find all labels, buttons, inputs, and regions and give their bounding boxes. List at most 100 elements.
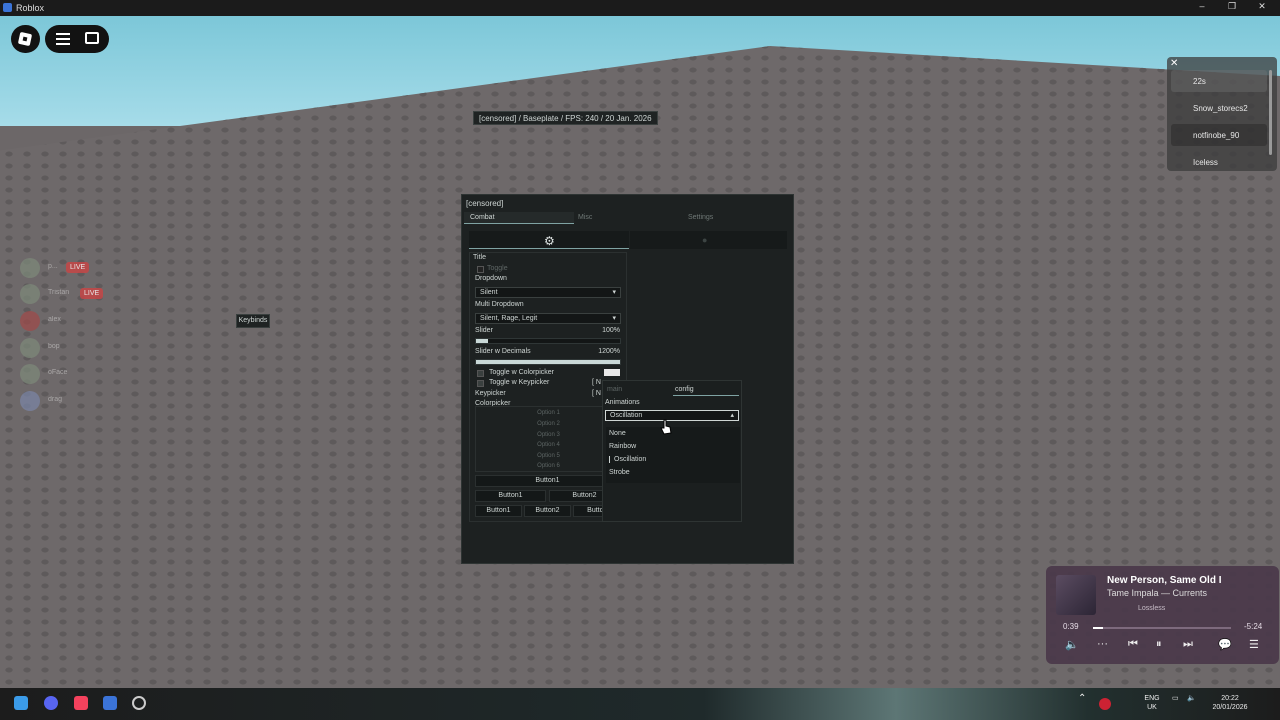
option-none[interactable]: None: [609, 430, 626, 437]
toggle-colorpicker-checkbox[interactable]: [477, 370, 484, 377]
circle-icon: ●: [702, 235, 708, 245]
clock-date: 20/01/2026: [1212, 704, 1248, 711]
window-title: Roblox: [16, 3, 45, 13]
clock-time: 20:22: [1221, 695, 1239, 702]
avatar: [20, 338, 40, 358]
left-player-5[interactable]: oFace: [20, 364, 100, 384]
pause-icon[interactable]: ⏸: [1156, 638, 1162, 651]
scrollbar[interactable]: [1269, 70, 1272, 155]
roblox-topbar-pill: [45, 25, 109, 53]
player-row[interactable]: notfinobe_90: [1171, 124, 1267, 146]
music-icon[interactable]: [74, 696, 88, 710]
roblox-icon[interactable]: [103, 696, 117, 710]
toggle-label: Toggle: [487, 265, 508, 272]
list-item[interactable]: Option 5: [476, 453, 621, 459]
tab-combat[interactable]: Combat: [464, 212, 574, 224]
key-text[interactable]: [ N: [592, 390, 601, 397]
key-text[interactable]: [ N: [592, 379, 601, 386]
chat-icon[interactable]: [85, 32, 99, 44]
button1[interactable]: Button1: [475, 475, 620, 487]
player-list-panel: ✕ 22s Snow_storecs2 notfinobe_90 Iceless: [1167, 57, 1277, 171]
dropdown-select[interactable]: Silent ▾: [475, 287, 621, 298]
player-row[interactable]: 22s: [1171, 70, 1267, 92]
left-player-1[interactable]: p... LIVE: [20, 258, 100, 278]
windows-start-icon[interactable]: [14, 696, 28, 710]
toggle-keypicker-checkbox[interactable]: [477, 380, 484, 387]
clock[interactable]: 20:22 20/01/2026: [1205, 694, 1255, 712]
multi-dropdown-value: Silent, Rage, Legit: [480, 315, 538, 322]
option-list[interactable]: Option 1 Option 2 Option 3 Option 4 Opti…: [475, 406, 620, 472]
player-name: bop: [48, 343, 60, 350]
keybinds-button[interactable]: Keybinds: [236, 314, 270, 328]
window-titlebar: Roblox – ❐ ✕: [0, 0, 1280, 16]
network-icon[interactable]: ▭: [1172, 694, 1179, 703]
button1[interactable]: Button1: [475, 505, 522, 517]
list-item[interactable]: Option 4: [476, 442, 621, 448]
left-player-6[interactable]: drag: [20, 391, 100, 411]
player-row[interactable]: Snow_storecs2: [1171, 97, 1267, 119]
remaining-time: -5:24: [1244, 622, 1263, 631]
more-icon[interactable]: ···: [1097, 638, 1108, 650]
left-player-2[interactable]: Tristan LIVE: [20, 284, 104, 304]
left-player-3[interactable]: alex: [20, 311, 100, 331]
avatar: [20, 391, 40, 411]
tab-main[interactable]: main: [607, 384, 622, 396]
app-icon[interactable]: [132, 696, 146, 710]
discord-icon[interactable]: [44, 696, 58, 710]
tab-misc[interactable]: Misc: [572, 212, 682, 224]
toggle-checkbox[interactable]: [477, 266, 484, 273]
player-name: p...: [48, 263, 58, 270]
previous-icon[interactable]: ⏮: [1128, 638, 1138, 651]
list-item[interactable]: Option 1: [476, 410, 621, 416]
list-item[interactable]: Option 3: [476, 432, 621, 438]
option-rainbow[interactable]: Rainbow: [609, 443, 636, 450]
hamburger-icon[interactable]: [56, 33, 70, 45]
avatar: [20, 311, 40, 331]
button1[interactable]: Button1: [475, 490, 546, 502]
maximize-button[interactable]: ❐: [1225, 1, 1239, 14]
progress-bar[interactable]: [1093, 627, 1231, 629]
roblox-logo-icon: [17, 31, 33, 47]
gear-icon: ⚙: [544, 234, 555, 248]
avatar: [20, 284, 40, 304]
player-name: oFace: [48, 369, 68, 376]
minimize-button[interactable]: –: [1195, 1, 1209, 14]
keypicker-label: Keypicker: [475, 390, 506, 397]
list-item[interactable]: Option 2: [476, 421, 621, 427]
option-strobe[interactable]: Strobe: [609, 469, 630, 476]
now-playing-widget: New Person, Same Old I Tame Impala — Cur…: [1046, 566, 1279, 664]
volume-icon[interactable]: 🔈: [1065, 638, 1079, 651]
subtab-settings[interactable]: ⚙: [469, 231, 629, 249]
slider[interactable]: [475, 338, 621, 344]
avatar: [20, 364, 40, 384]
button2[interactable]: Button2: [524, 505, 571, 517]
tray-app-icon[interactable]: [1099, 698, 1111, 710]
chevron-up-icon[interactable]: ⌃: [1078, 694, 1086, 704]
option-oscillation[interactable]: Oscillation: [609, 456, 646, 463]
subtab-other[interactable]: ●: [630, 231, 787, 249]
speaker-icon[interactable]: 🔈: [1187, 694, 1196, 703]
close-window-button[interactable]: ✕: [1255, 1, 1269, 14]
dropdown-value: Silent: [480, 289, 498, 296]
left-player-4[interactable]: bop: [20, 338, 100, 358]
slider-fill: [476, 339, 488, 343]
player-row[interactable]: Iceless: [1171, 151, 1267, 173]
song-title: New Person, Same Old I: [1107, 575, 1222, 586]
lyrics-icon[interactable]: 💬: [1218, 638, 1232, 651]
slider-decimals[interactable]: [475, 359, 621, 365]
tab-settings[interactable]: Settings: [682, 212, 792, 224]
slider-value: 100%: [602, 327, 620, 334]
animations-select[interactable]: Oscillation ▴: [605, 410, 739, 421]
list-item[interactable]: Option 6: [476, 463, 621, 469]
caret-up-icon: ▴: [730, 412, 734, 419]
color-swatch[interactable]: [604, 369, 620, 376]
close-icon[interactable]: ✕: [1170, 58, 1178, 69]
tab-config[interactable]: config: [673, 384, 739, 396]
queue-icon[interactable]: ☰: [1249, 638, 1259, 651]
roblox-menu-button[interactable]: [11, 25, 40, 53]
caret-down-icon: ▾: [612, 315, 616, 322]
multi-dropdown-select[interactable]: Silent, Rage, Legit ▾: [475, 313, 621, 324]
player-name: drag: [48, 396, 63, 403]
next-icon[interactable]: ⏭: [1183, 638, 1193, 651]
language-indicator[interactable]: ENG UK: [1140, 694, 1164, 712]
